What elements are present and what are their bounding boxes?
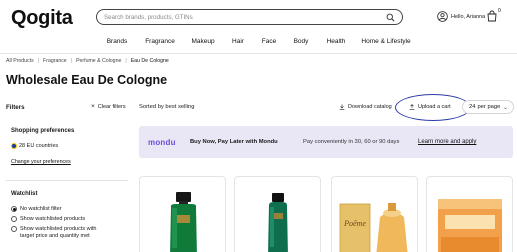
- eu-flag-icon: [11, 143, 17, 149]
- watchlist-option-target[interactable]: Show watchlisted products with target pr…: [11, 226, 96, 239]
- page-title: Wholesale Eau De Cologne: [6, 73, 168, 87]
- search-placeholder: Search brands, products, GTINs: [104, 13, 193, 21]
- banner-text: Pay conveniently in 30, 60 or 90 days: [303, 139, 400, 145]
- breadcrumb-separator: |: [37, 58, 40, 64]
- product-card[interactable]: [426, 176, 513, 252]
- learn-more-link[interactable]: Learn more and apply: [418, 139, 476, 145]
- breadcrumb-item[interactable]: All Products: [6, 58, 34, 64]
- user-icon: [437, 11, 448, 22]
- clear-filters-label: Clear filters: [97, 104, 126, 110]
- category-nav: Brands Fragrance Makeup Hair Face Body H…: [0, 38, 517, 46]
- countries-preference: 28 EU countries: [11, 143, 58, 149]
- product-image: [170, 192, 197, 252]
- countries-label: 28 EU countries: [19, 143, 59, 149]
- mondu-logo: mondu: [148, 138, 176, 147]
- download-icon: [339, 104, 345, 110]
- filters-heading: Filters: [6, 104, 25, 111]
- site-logo[interactable]: Qogita: [11, 7, 73, 30]
- watchlist-option-label: No watchlist filter: [20, 206, 62, 212]
- nav-item-body[interactable]: Body: [294, 38, 309, 45]
- account-menu[interactable]: Hello, Arianna: [437, 11, 485, 22]
- breadcrumb: All Products | Fragrance | Perfume & Col…: [6, 58, 169, 64]
- breadcrumb-separator: |: [70, 58, 73, 64]
- product-card[interactable]: [139, 176, 226, 252]
- download-catalog-button[interactable]: Download catalog: [339, 104, 392, 110]
- product-image: [438, 199, 502, 252]
- breadcrumb-separator: |: [125, 58, 127, 64]
- nav-item-hair[interactable]: Hair: [232, 38, 244, 45]
- watchlist-option-show[interactable]: Show watchlisted products: [11, 216, 86, 223]
- close-icon: ×: [91, 103, 95, 110]
- product-image: Poême: [339, 203, 408, 252]
- watchlist-heading: Watchlist: [11, 191, 38, 197]
- mondu-banner: mondu Buy Now, Pay Later with Mondu Pay …: [139, 126, 513, 158]
- breadcrumb-item[interactable]: Perfume & Cologne: [76, 58, 121, 64]
- radio-unselected[interactable]: [11, 226, 17, 233]
- nav-item-home-lifestyle[interactable]: Home & Lifestyle: [361, 38, 410, 45]
- highlight-annotation: [395, 94, 471, 121]
- radio-selected[interactable]: [11, 206, 17, 213]
- breadcrumb-current: Eau De Cologne: [130, 58, 169, 64]
- nav-item-fragrance[interactable]: Fragrance: [145, 38, 175, 45]
- nav-item-makeup[interactable]: Makeup: [191, 38, 214, 45]
- watchlist-option-line: Show watchlisted products with: [20, 226, 97, 232]
- sidebar-divider: [6, 180, 128, 181]
- cart-count: 0: [498, 8, 501, 14]
- search-input[interactable]: Search brands, products, GTINs: [96, 9, 403, 25]
- per-page-label: per page: [477, 104, 501, 110]
- banner-headline: Buy Now, Pay Later with Mondu: [190, 139, 278, 145]
- header-divider: [0, 53, 517, 54]
- product-label: Poême: [343, 219, 366, 228]
- per-page-value: 24: [469, 104, 476, 110]
- product-card[interactable]: Poême: [331, 176, 418, 252]
- radio-unselected[interactable]: [11, 216, 17, 223]
- product-image: [268, 193, 288, 252]
- watchlist-option-line: target price and quantity met: [20, 232, 90, 239]
- cart-icon[interactable]: [486, 10, 498, 22]
- account-greeting: Hello, Arianna: [451, 13, 486, 20]
- change-preferences-link[interactable]: Change your preferences: [11, 159, 71, 165]
- watchlist-option-none[interactable]: No watchlist filter: [11, 206, 62, 213]
- per-page-select[interactable]: 24 per page ⌄: [462, 100, 514, 114]
- product-card[interactable]: [234, 176, 321, 252]
- shopping-preferences-heading: Shopping preferences: [11, 128, 75, 134]
- nav-item-face[interactable]: Face: [262, 38, 276, 45]
- nav-item-brands[interactable]: Brands: [107, 38, 128, 45]
- nav-item-health[interactable]: Health: [327, 38, 346, 45]
- watchlist-option-label: Show watchlisted products with target pr…: [20, 226, 96, 239]
- download-catalog-label: Download catalog: [348, 104, 392, 110]
- breadcrumb-item[interactable]: Fragrance: [43, 58, 67, 64]
- chevron-down-icon: ⌄: [502, 105, 508, 111]
- sort-label[interactable]: Sorted by best selling: [139, 104, 194, 110]
- search-icon[interactable]: [386, 13, 395, 22]
- clear-filters-button[interactable]: × Clear filters: [91, 103, 126, 110]
- watchlist-option-label: Show watchlisted products: [20, 216, 86, 222]
